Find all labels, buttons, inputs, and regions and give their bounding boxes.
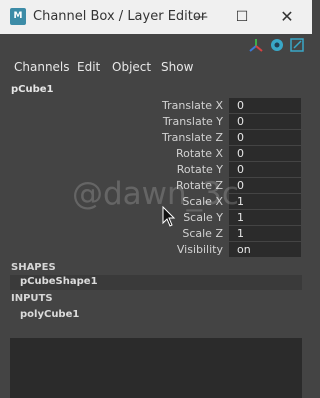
attribute-row: Scale Z 1 [0,226,312,242]
attribute-row: Translate X 0 [0,98,312,114]
attribute-label[interactable]: Rotate Z [176,179,223,192]
attribute-label[interactable]: Rotate X [176,147,223,160]
attribute-label[interactable]: Visibility [177,243,223,256]
attribute-row: Rotate Y 0 [0,162,312,178]
window-titlebar: M Channel Box / Layer Editor — ☐ ✕ [0,0,312,34]
attribute-row: Scale Y 1 [0,210,312,226]
close-button[interactable]: ✕ [267,4,307,30]
attribute-label[interactable]: Scale Z [182,227,223,240]
attribute-label[interactable]: Scale Y [183,211,223,224]
attribute-value-field[interactable]: 1 [229,194,301,209]
mouse-pointer-icon [162,206,176,227]
object-name[interactable]: pCube1 [11,84,54,95]
attribute-value-field[interactable]: 1 [229,210,301,225]
attribute-row: Scale X 1 [0,194,312,210]
menu-channels[interactable]: Channels [14,60,70,74]
shape-node-item[interactable]: pCubeShape1 [10,275,302,290]
attribute-row: Visibility on [0,242,312,258]
open-editor-arrow-icon[interactable] [290,38,304,52]
menu-bar: Channels Edit Object Show [0,58,312,76]
input-node-item[interactable]: polyCube1 [20,309,79,320]
shapes-section-heading: SHAPES [11,262,56,273]
menu-edit[interactable]: Edit [77,60,100,74]
attribute-label[interactable]: Translate Z [162,131,223,144]
attribute-value-field[interactable]: 0 [229,98,301,113]
minimize-button[interactable]: — [181,4,221,30]
maximize-button[interactable]: ☐ [222,4,262,30]
attribute-row: Translate Z 0 [0,130,312,146]
attribute-label[interactable]: Scale X [182,195,223,208]
attribute-value-field[interactable]: 0 [229,178,301,193]
attribute-label[interactable]: Rotate Y [177,163,223,176]
attribute-value-field[interactable]: 0 [229,114,301,129]
menu-show[interactable]: Show [161,60,193,74]
attribute-value-field[interactable]: 0 [229,162,301,177]
attribute-value-field[interactable]: 1 [229,226,301,241]
attribute-label[interactable]: Translate Y [163,115,223,128]
attribute-value-field[interactable]: 0 [229,130,301,145]
menu-object[interactable]: Object [112,60,151,74]
attribute-row: Translate Y 0 [0,114,312,130]
attribute-row: Rotate X 0 [0,146,312,162]
attribute-value-field[interactable]: on [229,242,301,257]
channel-box-sphere-icon[interactable] [270,38,284,52]
attribute-row: Rotate Z 0 [0,178,312,194]
axes-gizmo-icon[interactable] [249,38,263,52]
inputs-section-heading: INPUTS [11,293,53,304]
maya-app-icon: M [10,8,26,25]
layer-editor-panel[interactable] [10,338,302,398]
attribute-value-field[interactable]: 0 [229,146,301,161]
attribute-label[interactable]: Translate X [162,99,223,112]
